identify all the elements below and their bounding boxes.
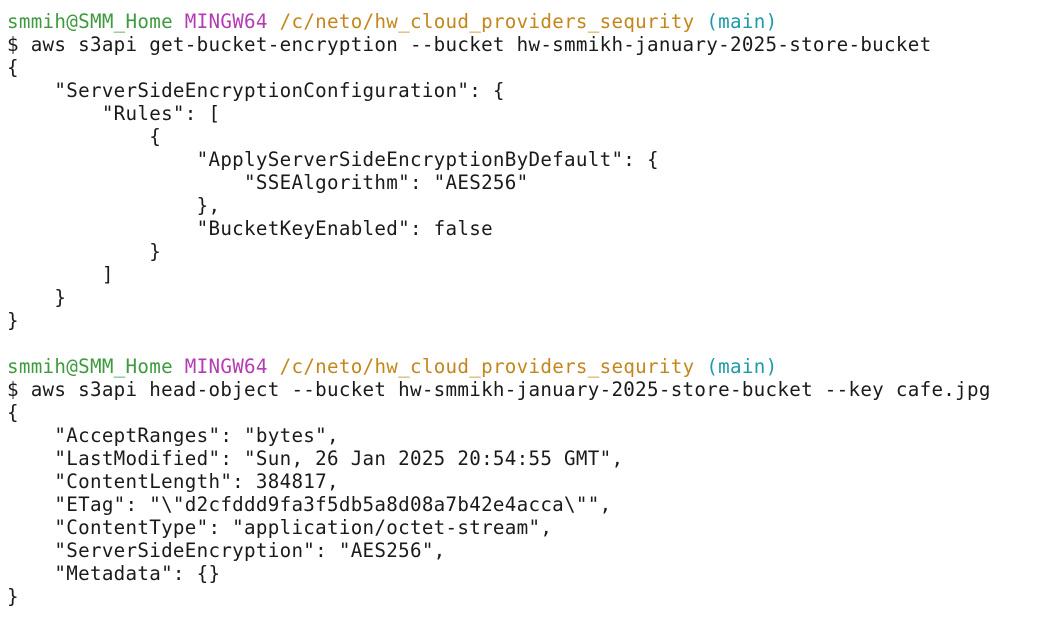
output-line: } (7, 286, 67, 309)
prompt-branch: (main) (706, 355, 778, 378)
output-line: "ContentType": "application/octet-stream… (7, 516, 553, 539)
output-line: "BucketKeyEnabled": false (7, 217, 493, 240)
prompt-line: smmih@SMM_Home MINGW64 /c/neto/hw_cloud_… (7, 10, 1046, 33)
prompt-host: MINGW64 (184, 10, 268, 33)
prompt-path: /c/neto/hw_cloud_providers_sequrity (279, 10, 695, 33)
output-line: "AcceptRanges": "bytes", (7, 424, 339, 447)
output-line: { (7, 401, 19, 424)
output-line: } (7, 309, 19, 332)
output-line: "Metadata": {} (7, 562, 221, 585)
prompt-path: /c/neto/hw_cloud_providers_sequrity (279, 355, 695, 378)
output-line: "SSEAlgorithm": "AES256" (7, 171, 529, 194)
output-line: "ApplyServerSideEncryptionByDefault": { (7, 148, 659, 171)
prompt-line: smmih@SMM_Home MINGW64 /c/neto/hw_cloud_… (7, 355, 1046, 378)
output-line: "ServerSideEncryptionConfiguration": { (7, 79, 505, 102)
output-line: "ETag": "\"d2cfddd9fa3f5db5a8d08a7b42e4a… (7, 493, 612, 516)
output-line: "ServerSideEncryption": "AES256", (7, 539, 446, 562)
output-line: } (7, 240, 162, 263)
prompt-user: smmih@SMM_Home (7, 10, 173, 33)
output-line: ] (7, 263, 114, 286)
prompt-branch: (main) (706, 10, 778, 33)
terminal-window[interactable]: smmih@SMM_Home MINGW64 /c/neto/hw_cloud_… (0, 0, 1046, 622)
prompt-user: smmih@SMM_Home (7, 355, 173, 378)
command-line: $ aws s3api head-object --bucket hw-smmi… (7, 378, 991, 401)
output-line: { (7, 125, 162, 148)
prompt-host: MINGW64 (184, 355, 268, 378)
output-line: "ContentLength": 384817, (7, 470, 339, 493)
command-line: $ aws s3api get-bucket-encryption --buck… (7, 33, 932, 56)
output-line: }, (7, 194, 221, 217)
output-line: "Rules": [ (7, 102, 221, 125)
output-line: "LastModified": "Sun, 26 Jan 2025 20:54:… (7, 447, 624, 470)
output-line: } (7, 585, 19, 608)
output-line: { (7, 56, 19, 79)
